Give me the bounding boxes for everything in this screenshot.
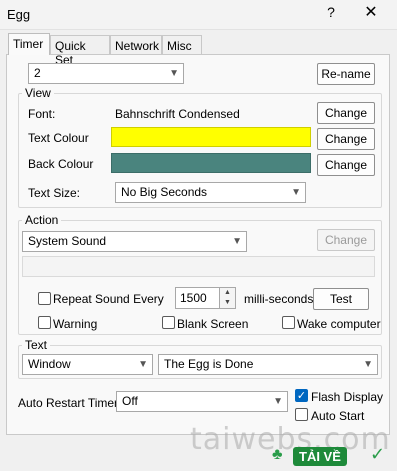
blank-screen-label: Blank Screen xyxy=(177,317,249,331)
blank-screen-checkbox[interactable] xyxy=(162,316,175,329)
chevron-down-icon: ▼ xyxy=(273,396,283,407)
repeat-sound-label: Repeat Sound Every xyxy=(53,292,164,306)
action-type-select[interactable]: System Sound ▼ xyxy=(22,231,247,252)
wake-computer-checkbox[interactable] xyxy=(282,316,295,329)
repeat-sound-checkbox[interactable] xyxy=(38,292,51,305)
warning-label: Warning xyxy=(53,317,98,331)
rename-button[interactable]: Re-name xyxy=(317,63,375,85)
text-mode-select[interactable]: Window ▼ xyxy=(22,354,153,375)
font-change-button[interactable]: Change xyxy=(317,102,375,124)
spin-down-icon[interactable]: ▼ xyxy=(220,298,235,308)
text-size-label: Text Size: xyxy=(28,186,81,200)
font-value: Bahnschrift Condensed xyxy=(115,107,240,121)
back-colour-swatch xyxy=(111,153,311,173)
text-size-value: No Big Seconds xyxy=(121,185,208,199)
timer-select[interactable]: 2 ▼ xyxy=(28,63,184,84)
text-message-select[interactable]: The Egg is Done ▼ xyxy=(158,354,378,375)
chevron-down-icon: ▼ xyxy=(232,236,242,247)
text-colour-swatch xyxy=(111,127,311,147)
auto-restart-label: Auto Restart Timer xyxy=(18,396,119,410)
font-label: Font: xyxy=(28,107,56,121)
text-size-select[interactable]: No Big Seconds ▼ xyxy=(115,182,306,203)
text-colour-label: Text Colour xyxy=(28,131,89,145)
timer-select-value: 2 xyxy=(34,66,41,80)
back-colour-label: Back Colour xyxy=(28,157,94,171)
tab-timer[interactable]: Timer xyxy=(8,33,50,55)
auto-restart-value: Off xyxy=(122,394,138,408)
back-colour-change-button[interactable]: Change xyxy=(317,154,375,176)
close-button[interactable]: ✕ xyxy=(356,2,386,26)
repeat-interval-input[interactable]: 1500 xyxy=(175,287,220,309)
chevron-down-icon: ▼ xyxy=(291,187,301,198)
text-legend: Text xyxy=(22,338,51,352)
view-legend: View xyxy=(22,86,54,100)
auto-start-label: Auto Start xyxy=(311,409,365,423)
test-button[interactable]: Test xyxy=(313,288,369,310)
chevron-down-icon: ▼ xyxy=(363,359,373,370)
watermark-logo: TẢI VỀ xyxy=(293,447,347,466)
auto-restart-select[interactable]: Off ▼ xyxy=(116,391,288,412)
watermark-text: taiwebs.com xyxy=(190,422,391,457)
checkmark-icon: ✓ xyxy=(370,444,386,464)
help-button[interactable]: ? xyxy=(320,4,342,24)
wake-computer-label: Wake computer xyxy=(297,317,381,331)
flash-display-checkbox[interactable]: ✓ xyxy=(295,389,308,402)
window-title: Egg xyxy=(7,7,31,22)
tab-quick-set[interactable]: Quick Set xyxy=(50,35,110,67)
text-mode-value: Window xyxy=(28,357,71,371)
tab-network[interactable]: Network xyxy=(110,35,162,54)
text-message-value: The Egg is Done xyxy=(164,357,254,371)
flash-display-label: Flash Display xyxy=(311,390,384,404)
spin-up-icon[interactable]: ▲ xyxy=(220,288,235,298)
action-legend: Action xyxy=(22,213,62,227)
auto-start-checkbox[interactable] xyxy=(295,408,308,421)
chevron-down-icon: ▼ xyxy=(169,68,179,79)
chevron-down-icon: ▼ xyxy=(138,359,148,370)
repeat-unit-label: milli-seconds. xyxy=(244,292,317,306)
text-colour-change-button[interactable]: Change xyxy=(317,128,375,150)
warning-checkbox[interactable] xyxy=(38,316,51,329)
clover-icon: ♣ xyxy=(272,446,283,463)
action-detail-field[interactable] xyxy=(22,256,375,277)
action-change-button[interactable]: Change xyxy=(317,229,375,251)
repeat-interval-spinner[interactable]: ▲ ▼ xyxy=(219,287,236,309)
tab-misc[interactable]: Misc xyxy=(162,35,202,54)
action-type-value: System Sound xyxy=(28,234,107,248)
